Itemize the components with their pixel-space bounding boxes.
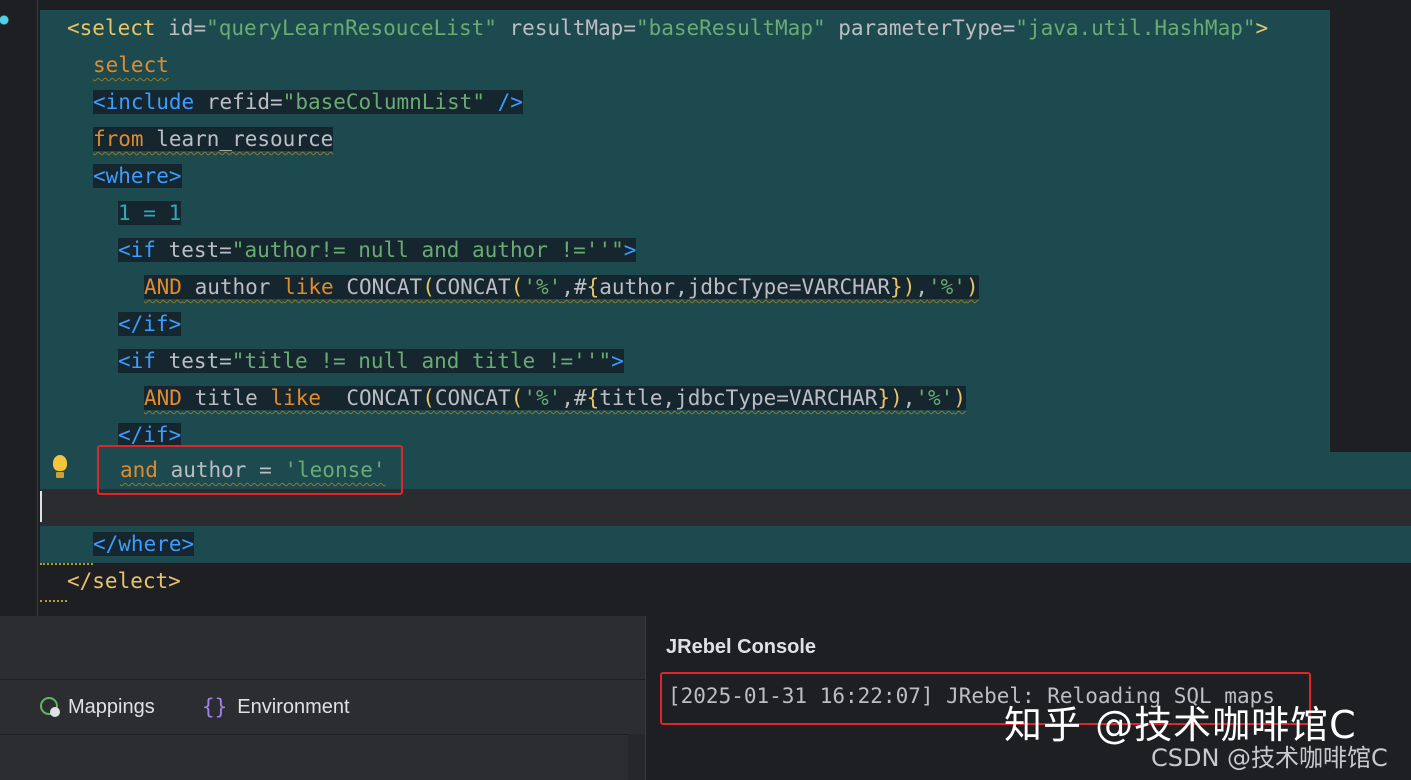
sql-punct: ,# [561, 275, 587, 299]
xml-tag: <select [67, 16, 156, 40]
console-title: JRebel Console [666, 636, 817, 658]
xml-tag-close: > [1255, 16, 1269, 40]
sql-keyword: from [93, 127, 144, 151]
xml-attr-value: "queryLearnResouceList" [206, 16, 497, 40]
services-panel: Mappings {} Environment [0, 616, 645, 780]
paren: } [890, 275, 903, 299]
xml-attr-value: "title != null and title !=''" [231, 349, 612, 373]
sql-expression: 1 = 1 [118, 201, 182, 225]
xml-tag: <if [118, 349, 156, 373]
xml-tag-close: > [611, 349, 624, 373]
sql-string: '%' [523, 386, 562, 410]
sql-punct: ,# [561, 386, 587, 410]
tab-label: Environment [237, 695, 350, 718]
xml-attr-value: "baseResultMap" [635, 16, 826, 40]
divider [0, 679, 645, 680]
sql-punct: , [902, 386, 916, 410]
code-line[interactable]: </if> [40, 306, 1330, 345]
code-line[interactable]: <if test="title != null and title !=''"> [40, 343, 1330, 382]
watermark-secondary: CSDN @技术咖啡馆C [1151, 744, 1388, 772]
tab-environment[interactable]: {} Environment [202, 692, 350, 722]
sql-identifier: author [181, 275, 284, 299]
tab-mappings[interactable]: Mappings [38, 692, 155, 722]
sql-identifier: learn_resource [143, 127, 334, 151]
xml-tag-close: > [623, 238, 637, 262]
editor-gutter [0, 0, 38, 616]
divider [0, 734, 645, 735]
sql-function: CONCAT [434, 275, 511, 299]
code-line[interactable]: </where> [40, 526, 1411, 565]
sql-string: '%' [915, 386, 954, 410]
xml-tag: </select> [67, 569, 181, 593]
xml-tag: </where> [93, 532, 195, 556]
paren: } [877, 386, 891, 410]
braces-icon: {} [202, 695, 228, 719]
sql-keyword: AND [144, 386, 182, 410]
code-line[interactable]: AND author like CONCAT(CONCAT('%',#{auth… [40, 269, 1330, 308]
code-line[interactable]: 1 = 1 [40, 195, 1330, 234]
lightbulb-icon[interactable] [51, 455, 69, 481]
sql-punct: , [915, 275, 929, 299]
code-line[interactable]: select [40, 47, 1330, 86]
sql-keyword: like [283, 275, 334, 299]
sql-keyword: like [270, 386, 322, 410]
paren: ( [422, 275, 435, 299]
xml-tag: </if> [118, 312, 182, 336]
xml-attr: test= [155, 349, 232, 373]
sql-function: CONCAT [434, 386, 511, 410]
code-line[interactable]: <include refid="baseColumnList" /> [40, 84, 1330, 123]
code-line[interactable]: <if test="author!= null and author !=''"… [40, 232, 1330, 271]
xml-attr-value: "java.util.HashMap" [1015, 16, 1256, 40]
paren: ) [890, 386, 903, 410]
code-line[interactable]: <select id="queryLearnResouceList" resul… [40, 10, 1330, 47]
sql-string: '%' [928, 275, 966, 299]
xml-tag-close: /> [484, 90, 523, 114]
xml-attr: resultMap= [496, 16, 636, 40]
sql-keyword: AND [144, 275, 182, 299]
sql-string: '%' [523, 275, 562, 299]
xml-tag: </if> [118, 423, 182, 447]
annotation-box-code [97, 445, 403, 495]
xml-attr-value: "baseColumnList" [282, 90, 485, 114]
text-caret [40, 491, 42, 522]
mybatis-param: author,jdbcType=VARCHAR [599, 275, 891, 299]
code-line[interactable]: AND title like CONCAT(CONCAT('%',#{title… [40, 380, 1330, 419]
code-line[interactable]: from learn_resource [40, 121, 1330, 160]
xml-tag: <if [118, 238, 156, 262]
paren: ) [953, 386, 966, 410]
jrebel-console-panel: JRebel Console [2025-01-31 16:22:07] JRe… [645, 616, 1411, 780]
xml-attr: refid= [194, 90, 283, 114]
tab-label: Mappings [68, 695, 155, 718]
paren: ) [902, 275, 916, 299]
paren: ( [510, 386, 524, 410]
paren: { [586, 386, 600, 410]
paren: ( [510, 275, 524, 299]
sql-function: CONCAT [321, 386, 423, 410]
mybatis-param: title,jdbcType=VARCHAR [599, 386, 878, 410]
paren: ) [965, 275, 979, 299]
code-line[interactable]: <where> [40, 158, 1330, 197]
scrollbar[interactable] [628, 734, 645, 780]
paren: { [586, 275, 600, 299]
mappings-icon [38, 695, 62, 719]
gutter-marker-icon [0, 14, 10, 26]
xml-tag: <where> [93, 164, 182, 188]
xml-attr-value: "author!= null and author !=''" [231, 238, 624, 262]
sql-identifier: title [181, 386, 271, 410]
paren: ( [422, 386, 435, 410]
sql-keyword: select [93, 53, 169, 77]
code-line[interactable]: </select> [40, 563, 1411, 602]
sql-function: CONCAT [333, 275, 423, 299]
xml-attr: test= [155, 238, 232, 262]
code-editor[interactable]: <select id="queryLearnResouceList" resul… [0, 0, 1411, 616]
xml-tag: <include [93, 90, 195, 114]
xml-attr: id= [155, 16, 207, 40]
xml-attr: parameterType= [825, 16, 1016, 40]
